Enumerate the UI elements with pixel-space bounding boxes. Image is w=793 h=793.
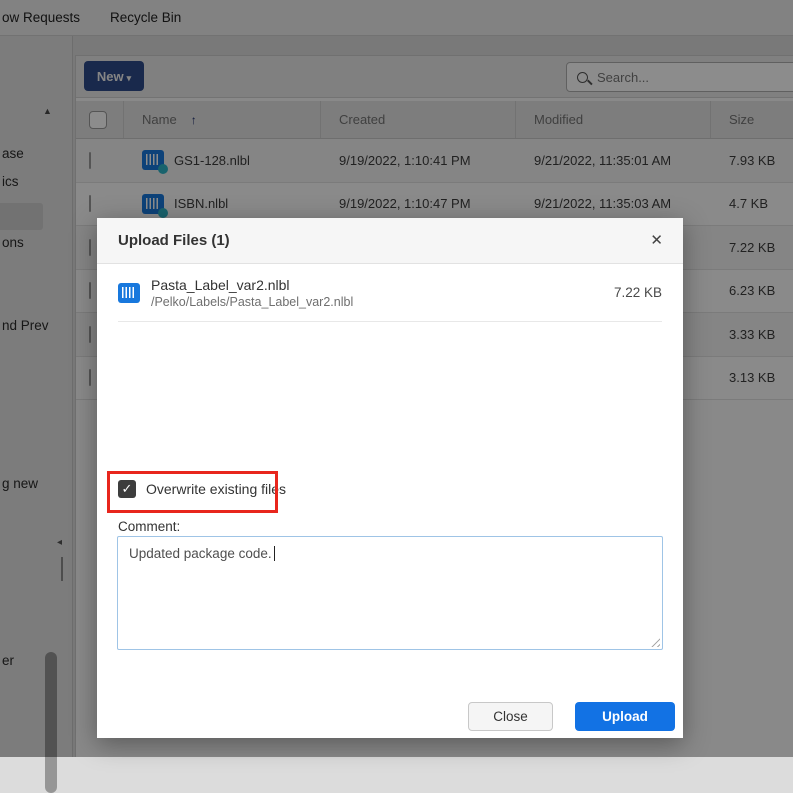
comment-textarea[interactable]: Updated package code. (117, 536, 663, 650)
upload-files-dialog: Upload Files (1) ✕ Pasta_Label_var2.nlbl… (97, 218, 683, 738)
close-icon[interactable]: ✕ (650, 218, 663, 264)
upload-file-path: /Pelko/Labels/Pasta_Label_var2.nlbl (151, 295, 353, 309)
upload-button[interactable]: Upload (575, 702, 675, 731)
dialog-header: Upload Files (1) ✕ (97, 218, 683, 264)
label-file-icon (118, 283, 140, 303)
overwrite-checkbox-row[interactable]: ✓ Overwrite existing files (118, 480, 286, 498)
upload-file-item: Pasta_Label_var2.nlbl /Pelko/Labels/Past… (118, 264, 662, 322)
overwrite-label: Overwrite existing files (146, 481, 286, 497)
comment-label: Comment: (118, 519, 180, 534)
upload-file-size: 7.22 KB (614, 285, 662, 300)
upload-file-name: Pasta_Label_var2.nlbl (151, 277, 353, 293)
dialog-title: Upload Files (1) (118, 218, 230, 264)
comment-text: Updated package code. (129, 546, 272, 561)
checkbox-checked-icon[interactable]: ✓ (118, 480, 136, 498)
text-cursor (274, 546, 275, 561)
close-button[interactable]: Close (468, 702, 553, 731)
resize-handle-icon[interactable] (650, 637, 660, 647)
